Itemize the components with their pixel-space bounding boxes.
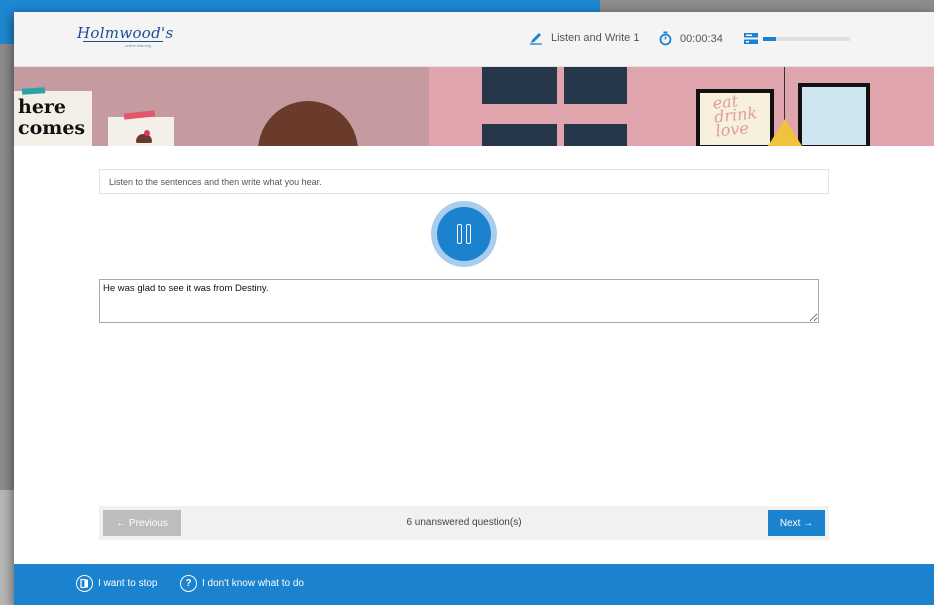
window-pane	[564, 124, 627, 146]
help-label: I don't know what to do	[202, 578, 304, 589]
pause-bar	[466, 224, 471, 244]
character-head	[258, 101, 358, 146]
poster-text: here comes	[18, 97, 85, 139]
progress-icon	[744, 33, 758, 44]
stop-link[interactable]: I want to stop	[76, 575, 157, 592]
window-pane	[564, 67, 627, 104]
unanswered-count: 6 unanswered question(s)	[406, 517, 522, 528]
scene-illustration: here comes eat drink love	[14, 67, 934, 146]
picture-frame	[798, 83, 870, 146]
question-navigation: 6 unanswered question(s) ← Previous Next…	[99, 506, 829, 540]
progress-indicator	[744, 33, 850, 44]
audio-player	[431, 201, 497, 267]
app-window: Holmwood's online learning Listen and Wr…	[14, 12, 934, 605]
lamp-cord	[784, 67, 785, 121]
top-header: Holmwood's online learning Listen and Wr…	[14, 12, 934, 67]
previous-button[interactable]: ← Previous	[103, 510, 181, 536]
timer: 00:00:34	[659, 31, 723, 46]
progress-fill	[763, 36, 777, 41]
pencil-icon	[530, 33, 542, 45]
stop-label: I want to stop	[98, 578, 158, 589]
answer-textarea[interactable]: He was glad to see it was from Destiny.	[99, 279, 819, 323]
stopwatch-icon	[659, 31, 672, 46]
window-pane	[482, 67, 557, 104]
progress-track	[763, 36, 850, 41]
footer-bar: I want to stop ? I don't know what to do	[14, 564, 934, 605]
next-button[interactable]: Next →	[768, 510, 825, 536]
stop-icon	[76, 575, 93, 592]
brand-logo: Holmwood's online learning	[77, 24, 173, 48]
instruction-text: Listen to the sentences and then write w…	[99, 169, 829, 194]
door-exit-icon	[80, 579, 88, 588]
help-link[interactable]: ? I don't know what to do	[180, 575, 304, 592]
cupcake	[136, 134, 152, 143]
help-icon: ?	[180, 575, 197, 592]
task-label: Listen and Write 1	[551, 32, 640, 44]
pause-bar	[457, 224, 462, 244]
logo-wordmark: Holmwood's	[77, 24, 174, 42]
task-indicator: Listen and Write 1	[529, 31, 639, 45]
logo-subtext: online learning	[125, 43, 152, 48]
cupcake-cherry	[144, 130, 150, 136]
frame-text: eat drink love	[711, 91, 758, 141]
pause-icon	[455, 224, 473, 244]
pause-button[interactable]	[437, 207, 491, 261]
poster-line-1: here	[18, 96, 67, 118]
window-pane	[482, 124, 557, 146]
poster-line-2: comes	[18, 117, 86, 139]
timer-value: 00:00:34	[680, 32, 723, 45]
